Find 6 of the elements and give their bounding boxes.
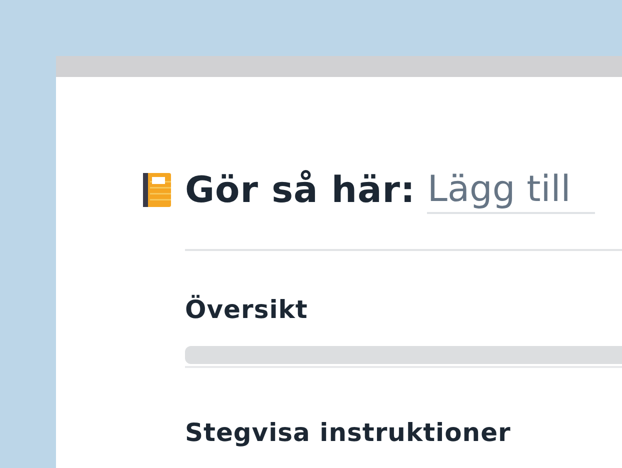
section-heading: Översikt	[185, 295, 309, 324]
section-heading: Stegvisa instruktioner	[185, 418, 512, 447]
name-field[interactable]: Lägg till	[427, 166, 596, 214]
text-area[interactable]	[185, 346, 622, 364]
notebook-icon	[143, 173, 171, 207]
page-title: Gör så här:	[185, 170, 416, 210]
